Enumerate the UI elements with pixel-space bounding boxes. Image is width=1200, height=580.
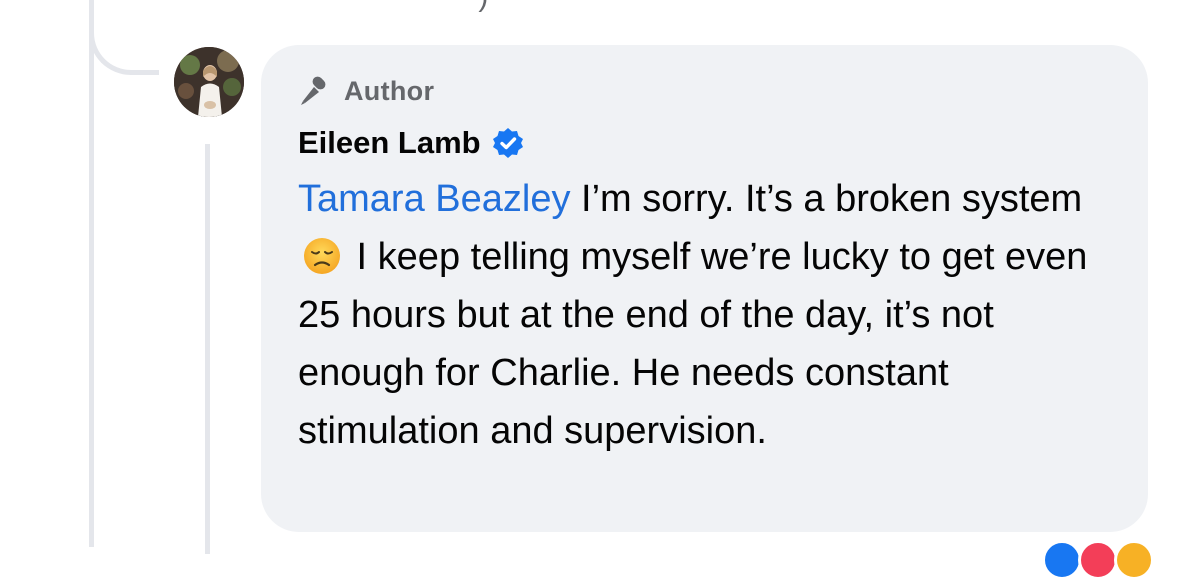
comment-bubble: Author Eileen Lamb Tamara Beazley I’m so… — [261, 45, 1148, 532]
love-reaction-icon — [1078, 540, 1118, 580]
author-badge-label: Author — [344, 75, 435, 106]
microphone-icon — [298, 74, 332, 108]
verified-badge-icon — [491, 126, 525, 160]
author-badge: Author — [298, 71, 1108, 111]
comment-text-part-1: I’m sorry. It’s a broken system — [570, 178, 1083, 220]
comment-text: Tamara Beazley I’m sorry. It’s a broken … — [298, 170, 1098, 460]
thread-line-reply — [205, 144, 210, 554]
thread-line-outer — [89, 0, 94, 547]
thread-connector-curve — [89, 0, 159, 75]
haha-reaction-icon — [1114, 540, 1154, 580]
reaction-summary[interactable] — [1042, 540, 1154, 580]
avatar-photo — [174, 47, 244, 117]
mention-link[interactable]: Tamara Beazley — [298, 178, 570, 220]
author-name[interactable]: Eileen Lamb — [298, 125, 481, 161]
disappointed-face-emoji — [302, 235, 342, 275]
comment-text-part-2: I keep telling myself we’re lucky to get… — [298, 236, 1088, 452]
like-reaction-icon — [1042, 540, 1082, 580]
previous-comment-tail: · ·) — [444, 0, 490, 14]
avatar[interactable] — [174, 47, 244, 117]
author-row: Eileen Lamb — [298, 121, 1108, 165]
